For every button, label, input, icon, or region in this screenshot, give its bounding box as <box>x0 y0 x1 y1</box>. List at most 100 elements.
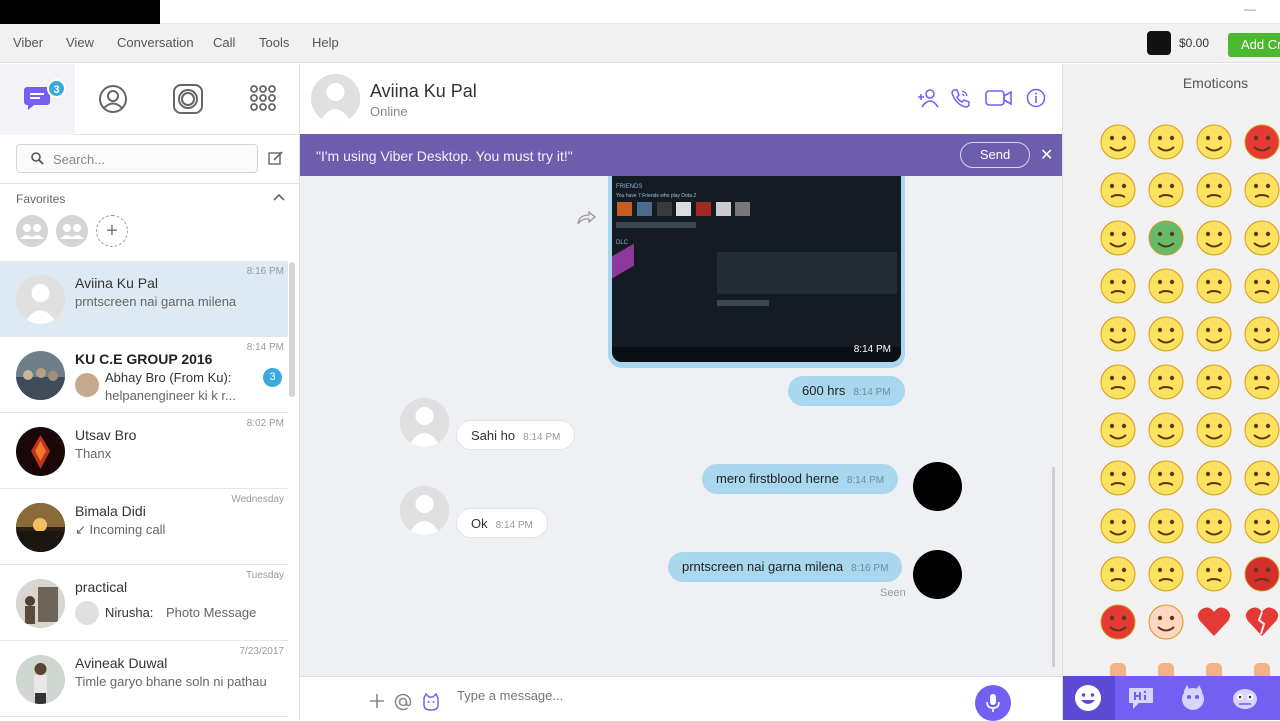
emoticon-blush-icon[interactable] <box>1195 219 1233 257</box>
add-credit-button[interactable]: Add Credit <box>1228 33 1280 57</box>
close-icon[interactable]: ✕ <box>1040 145 1053 165</box>
menu-tools[interactable]: Tools <box>259 35 289 50</box>
emoticon-mad-icon[interactable] <box>1099 507 1137 545</box>
chat-list-scrollbar[interactable] <box>289 262 295 397</box>
favorite-group-avatar[interactable] <box>56 215 88 247</box>
search-input[interactable] <box>53 150 248 168</box>
tab-sticker-creature[interactable] <box>1219 676 1271 720</box>
emoticon-eyes-icon[interactable] <box>1243 411 1280 449</box>
emoticon-money-icon[interactable] <box>1099 267 1137 305</box>
emoticon-furious-icon[interactable] <box>1147 507 1185 545</box>
emoticon-laugh-icon[interactable] <box>1147 171 1185 209</box>
menu-view[interactable]: View <box>66 35 94 50</box>
chat-row[interactable]: Bimala Didi ↙ Incoming call Wednesday <box>0 489 288 565</box>
emoticon-kiss-icon[interactable] <box>1195 363 1233 401</box>
emoticon-broken-icon[interactable] <box>1243 603 1280 641</box>
avatar[interactable] <box>400 398 449 447</box>
emoticon-surprise-icon[interactable] <box>1147 459 1185 497</box>
emoticon-angel-icon[interactable] <box>1147 603 1185 641</box>
emoticon-cry-icon[interactable] <box>1099 219 1137 257</box>
menu-viber[interactable]: Viber <box>13 35 43 50</box>
chat-row[interactable]: KU C.E GROUP 2016 Abhay Bro (From Ku): h… <box>0 337 288 413</box>
emoticon-drool-icon[interactable] <box>1243 363 1280 401</box>
emoticon-rofl-icon[interactable] <box>1147 363 1185 401</box>
tab-contacts[interactable] <box>75 64 150 135</box>
add-favorite-button[interactable]: + <box>96 215 128 247</box>
emoticon-grin-icon[interactable] <box>1243 219 1280 257</box>
chevron-up-icon[interactable] <box>273 193 285 201</box>
emoticon-tongue2-icon[interactable] <box>1099 363 1137 401</box>
info-icon[interactable] <box>1026 88 1046 108</box>
chat-row[interactable]: Avineak Duwal Timle garyo bhane soln ni … <box>0 641 288 717</box>
message-bubble[interactable]: prntscreen nai garna milena 8:16 PM <box>668 552 903 582</box>
chat-sender: Abhay Bro (From Ku): <box>105 370 232 385</box>
compose-icon[interactable] <box>268 150 284 166</box>
favorite-group-avatar[interactable] <box>16 215 48 247</box>
call-icon[interactable] <box>950 88 970 108</box>
emoticon-wink2-icon[interactable] <box>1195 267 1233 305</box>
emoticon-spider-icon[interactable] <box>1243 555 1280 593</box>
emoticon-dizzy-icon[interactable] <box>1099 411 1137 449</box>
emoticon-smirk-icon[interactable] <box>1147 267 1185 305</box>
message-bubble[interactable]: mero firstblood herne 8:14 PM <box>702 464 899 494</box>
avatar[interactable] <box>913 550 962 599</box>
emoticon-love-icon[interactable] <box>1243 171 1280 209</box>
emoticon-heart-icon[interactable] <box>1195 603 1233 641</box>
banner-send-button[interactable]: Send <box>960 142 1030 168</box>
emoticon-cringe-icon[interactable] <box>1099 459 1137 497</box>
tab-chats[interactable] <box>0 64 75 135</box>
emoticon-grin2-icon[interactable] <box>1243 267 1280 305</box>
avatar[interactable] <box>400 486 449 535</box>
message-bubble[interactable]: 600 hrs 8:14 PM <box>788 376 905 406</box>
emoticon-flat-icon[interactable] <box>1195 411 1233 449</box>
tab-sticker-character[interactable] <box>1167 676 1219 720</box>
emoticon-wink-icon[interactable] <box>1195 123 1233 161</box>
tab-public-chats[interactable] <box>150 64 225 135</box>
emoticon-tongue-icon[interactable] <box>1099 171 1137 209</box>
chat-row[interactable]: Utsav Bro Thanx 8:02 PM <box>0 413 288 489</box>
emoticon-crazy-icon[interactable] <box>1147 315 1185 353</box>
avatar[interactable] <box>311 74 360 123</box>
search-field[interactable] <box>16 144 258 173</box>
emoticon-shock-icon[interactable] <box>1195 171 1233 209</box>
minimize-button[interactable]: — <box>1244 2 1258 16</box>
emoticon-ninja-icon[interactable] <box>1195 555 1233 593</box>
video-call-icon[interactable] <box>985 88 1013 108</box>
message-scrollbar[interactable] <box>1052 467 1055 667</box>
emoticon-sleepy-icon[interactable] <box>1099 555 1137 593</box>
message-bubble[interactable]: Sahi ho 8:14 PM <box>456 420 576 450</box>
emoticon-angry-icon[interactable] <box>1243 123 1280 161</box>
forward-icon[interactable] <box>577 210 597 226</box>
tab-sticker-hi[interactable] <box>1115 676 1167 720</box>
voice-message-button[interactable] <box>975 685 1011 721</box>
add-participant-icon[interactable] <box>917 88 939 108</box>
menu-call[interactable]: Call <box>213 35 235 50</box>
message-bubble[interactable]: Ok 8:14 PM <box>456 508 548 538</box>
tab-emoticons[interactable] <box>1063 676 1115 720</box>
emoticon-sad-icon[interactable] <box>1099 315 1137 353</box>
emoticon-sick-icon[interactable] <box>1147 219 1185 257</box>
emoticon-devil-icon[interactable] <box>1099 603 1137 641</box>
sticker-icon[interactable] <box>421 692 441 712</box>
emoticon-frown-icon[interactable] <box>1147 123 1185 161</box>
image-message[interactable]: FRIENDS You have 7 Friends who play Dota… <box>608 176 905 368</box>
emoticon-smile-icon[interactable] <box>1099 123 1137 161</box>
chat-list: Aviina Ku Pal prntscreen nai garna milen… <box>0 261 299 720</box>
menu-help[interactable]: Help <box>312 35 339 50</box>
emoticon-smug-icon[interactable] <box>1195 459 1233 497</box>
emoticon-music-icon[interactable] <box>1243 507 1280 545</box>
plus-icon[interactable] <box>369 693 385 709</box>
avatar[interactable] <box>913 462 962 511</box>
mention-icon[interactable] <box>394 693 412 711</box>
emoticon-meh-icon[interactable] <box>1243 315 1280 353</box>
emoticon-teary-icon[interactable] <box>1195 507 1233 545</box>
chat-row[interactable]: practical Nirusha: Photo Message Tuesday <box>0 565 288 641</box>
tab-more[interactable] <box>225 64 299 135</box>
emoticon-dead-icon[interactable] <box>1147 411 1185 449</box>
chat-row[interactable]: Aviina Ku Pal prntscreen nai garna milen… <box>0 261 288 337</box>
menu-conversation[interactable]: Conversation <box>117 35 194 50</box>
emoticon-nerd-icon[interactable] <box>1195 315 1233 353</box>
emoticon-doubt-icon[interactable] <box>1243 459 1280 497</box>
emoticon-cool-icon[interactable] <box>1147 555 1185 593</box>
message-input[interactable] <box>457 686 907 704</box>
